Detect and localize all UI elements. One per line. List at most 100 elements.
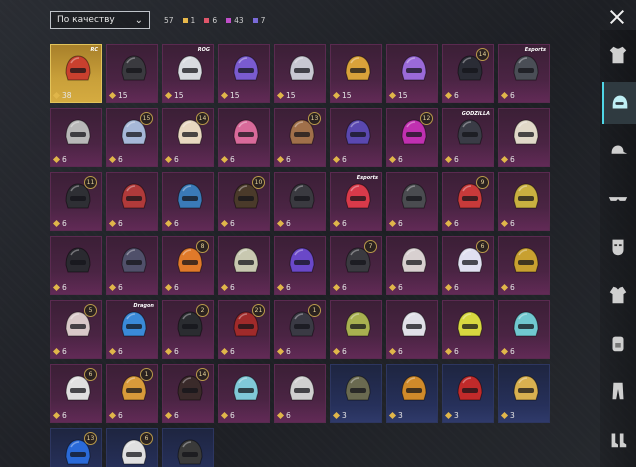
diamond-icon	[108, 155, 117, 164]
helmet-item-card[interactable]: 56	[50, 300, 102, 359]
item-quantity-value: 6	[510, 283, 515, 292]
helmet-item-card[interactable]: Esports 6	[330, 172, 382, 231]
item-quantity: 6	[164, 411, 179, 420]
category-tab-pants[interactable]	[602, 370, 634, 412]
helmet-item-card[interactable]: 6	[386, 172, 438, 231]
diamond-icon	[276, 411, 285, 420]
helmet-item-card[interactable]: 3	[386, 364, 438, 423]
item-quantity: 6	[388, 347, 403, 356]
helmet-item-card[interactable]: 6	[498, 172, 550, 231]
helmet-item-card[interactable]: Dragon 6	[106, 300, 158, 359]
helmet-item-card[interactable]: 15	[330, 44, 382, 103]
helmet-item-card[interactable]: 15	[274, 44, 326, 103]
helmet-item-card[interactable]: 6	[106, 428, 158, 467]
helmet-item-card[interactable]: 6	[274, 236, 326, 295]
category-tab-jacket[interactable]	[602, 274, 634, 316]
level-badge: 7	[364, 240, 377, 253]
helmet-item-card[interactable]: 6	[106, 236, 158, 295]
item-quantity: 6	[52, 347, 67, 356]
helmet-item-card[interactable]: 14 6	[442, 44, 494, 103]
diamond-icon	[332, 219, 341, 228]
category-tab-eyewear[interactable]	[602, 178, 634, 220]
helmet-item-card[interactable]: 6	[498, 300, 550, 359]
brand-logo: Dragon	[133, 303, 154, 309]
helmet-item-card[interactable]: ROG 15	[162, 44, 214, 103]
helmet-item-card[interactable]: 16	[274, 300, 326, 359]
diamond-icon	[500, 219, 509, 228]
helmet-item-card[interactable]: 6	[162, 172, 214, 231]
sort-dropdown[interactable]: По качеству ⌄	[50, 11, 150, 29]
helmet-item-card[interactable]: 15	[218, 44, 270, 103]
helmet-item-card[interactable]: 6	[498, 236, 550, 295]
helmet-item-card[interactable]: 76	[330, 236, 382, 295]
helmet-icon	[345, 55, 371, 81]
helmet-item-card[interactable]: 66	[442, 236, 494, 295]
helmet-item-card[interactable]: 6	[218, 108, 270, 167]
helmet-item-card[interactable]: 6	[386, 236, 438, 295]
helmet-icon	[513, 311, 539, 337]
helmet-item-card[interactable]: 6	[50, 236, 102, 295]
diamond-icon	[52, 91, 61, 100]
helmet-item-card[interactable]: GODZILLA 6	[442, 108, 494, 167]
helmet-item-card[interactable]: 6	[50, 108, 102, 167]
item-quantity: 15	[276, 91, 296, 100]
helmet-icon	[345, 119, 371, 145]
helmet-icon	[513, 183, 539, 209]
helmet-item-card[interactable]: 26	[162, 300, 214, 359]
rarity-count-value: 7	[260, 15, 266, 25]
helmet-item-card[interactable]: 13	[50, 428, 102, 467]
helmet-item-card[interactable]: 6	[218, 364, 270, 423]
helmet-item-card[interactable]: 6	[386, 300, 438, 359]
item-quantity: 6	[276, 219, 291, 228]
item-quantity-value: 6	[286, 283, 291, 292]
helmet-icon	[401, 55, 427, 81]
category-tab-shoes[interactable]	[602, 418, 634, 460]
helmet-item-card[interactable]: 15	[106, 44, 158, 103]
helmet-item-card[interactable]: 6	[218, 236, 270, 295]
category-tab-helmet[interactable]	[602, 82, 636, 124]
helmet-item-card[interactable]: 6	[330, 108, 382, 167]
helmet-item-card[interactable]: 6	[442, 300, 494, 359]
helmet-item-card[interactable]: 14 6	[162, 364, 214, 423]
helmet-item-card[interactable]: 86	[162, 236, 214, 295]
helmet-item-card[interactable]: RC 38	[50, 44, 102, 103]
helmet-item-card[interactable]: 6	[106, 172, 158, 231]
helmet-item-card[interactable]: 15	[386, 44, 438, 103]
helmet-item-card[interactable]: 10 6	[218, 172, 270, 231]
level-badge: 9	[476, 176, 489, 189]
helmet-item-card[interactable]: 15 6	[106, 108, 158, 167]
helmet-item-card[interactable]: 12 6	[386, 108, 438, 167]
category-tab-hat[interactable]	[602, 130, 634, 172]
helmet-item-card[interactable]: Esports 6	[498, 44, 550, 103]
helmet-item-card[interactable]: 6	[274, 364, 326, 423]
diamond-icon	[220, 91, 229, 100]
helmet-item-card[interactable]: 3	[498, 364, 550, 423]
helmet-item-card[interactable]: 21 6	[218, 300, 270, 359]
helmet-item-card[interactable]	[162, 428, 214, 467]
helmet-item-card[interactable]: 16	[106, 364, 158, 423]
item-quantity-value: 6	[398, 283, 403, 292]
item-quantity: 6	[108, 155, 123, 164]
helmet-item-card[interactable]: 6	[274, 172, 326, 231]
helmet-item-card[interactable]: 66	[50, 364, 102, 423]
helmet-item-card[interactable]: 6	[498, 108, 550, 167]
helmet-item-card[interactable]: 11 6	[50, 172, 102, 231]
category-tab-backpack[interactable]	[602, 322, 634, 364]
item-quantity: 6	[388, 155, 403, 164]
item-quantity-value: 6	[62, 155, 67, 164]
item-quantity-value: 6	[62, 283, 67, 292]
helmet-item-card[interactable]: 3	[442, 364, 494, 423]
helmet-item-card[interactable]: 14 6	[162, 108, 214, 167]
helmet-item-card[interactable]: 96	[442, 172, 494, 231]
helmet-item-card[interactable]: 13 6	[274, 108, 326, 167]
close-button[interactable]	[604, 4, 630, 30]
diamond-icon	[52, 411, 61, 420]
category-tab-mask[interactable]	[602, 226, 634, 268]
category-tab-outfit[interactable]	[602, 34, 634, 76]
rarity-count-value: 6	[212, 15, 218, 25]
helmet-item-card[interactable]: 6	[330, 300, 382, 359]
helmet-item-card[interactable]: 3	[330, 364, 382, 423]
level-badge: 8	[196, 240, 209, 253]
item-quantity-value: 6	[342, 155, 347, 164]
item-quantity: 6	[332, 219, 347, 228]
